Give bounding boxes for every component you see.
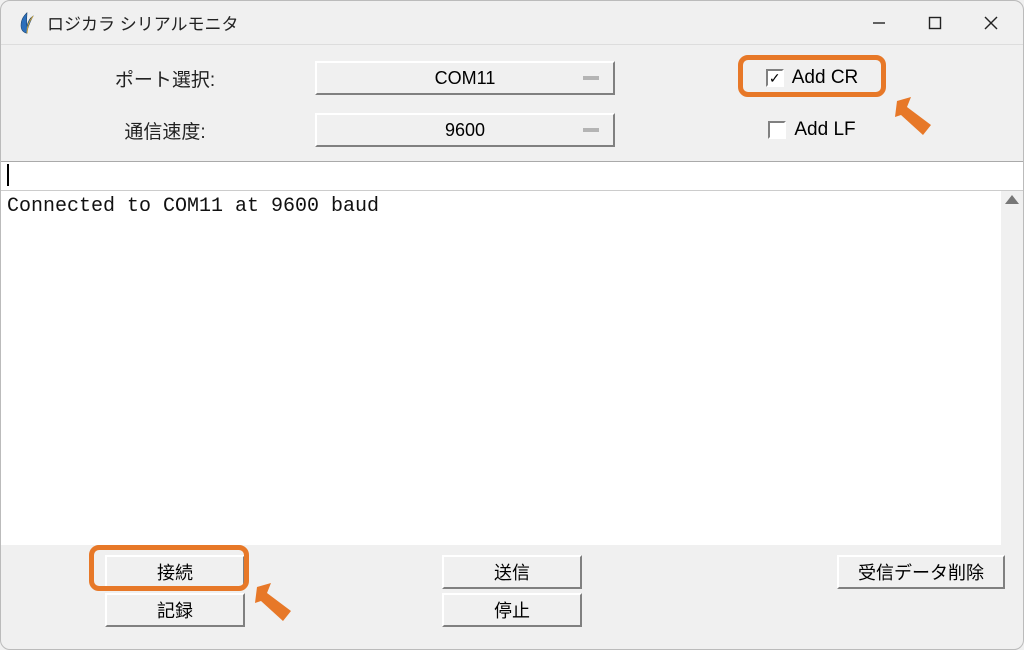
send-button[interactable]: 送信 [442,555,582,589]
baud-dropdown[interactable]: 9600 [315,113,615,147]
scrollbar[interactable] [1001,191,1023,545]
minimize-button[interactable] [851,3,907,43]
output-wrap: Connected to COM11 at 9600 baud [1,191,1023,545]
text-cursor-icon [7,164,9,186]
scroll-up-icon [1005,195,1019,204]
port-dropdown[interactable]: COM11 [315,61,615,95]
clear-rx-button[interactable]: 受信データ削除 [837,555,1005,589]
port-value: COM11 [435,68,496,89]
maximize-button[interactable] [907,3,963,43]
titlebar: ロジカラ シリアルモニタ [1,1,1023,45]
button-bar: 接続 送信 受信データ削除 記録 停止 [1,545,1023,649]
add-lf-label: Add LF [794,119,855,141]
close-button[interactable] [963,3,1019,43]
baud-row: 通信速度: 9600 Add LF [15,113,1009,147]
add-lf-checkbox[interactable]: Add LF [768,119,855,141]
window-title: ロジカラ シリアルモニタ [47,10,851,35]
checkbox-unchecked-icon [768,121,786,139]
add-cr-label: Add CR [792,67,859,89]
config-panel: ポート選択: COM11 ✓ Add CR 通信速度: 9600 [1,45,1023,161]
checkbox-checked-icon: ✓ [766,69,784,87]
connect-button[interactable]: 接続 [105,555,245,589]
dropdown-handle-icon [583,76,599,80]
add-cr-checkbox[interactable]: ✓ Add CR [766,67,859,89]
stop-button[interactable]: 停止 [442,593,582,627]
tk-feather-icon [17,11,37,35]
receive-output[interactable]: Connected to COM11 at 9600 baud [1,191,1001,545]
send-input[interactable] [1,161,1023,191]
app-window: ロジカラ シリアルモニタ ポート選択: COM11 ✓ Add [0,0,1024,650]
baud-value: 9600 [445,120,485,141]
window-controls [851,3,1019,43]
port-row: ポート選択: COM11 ✓ Add CR [15,61,1009,95]
dropdown-handle-icon [583,128,599,132]
baud-label: 通信速度: [15,117,315,144]
port-label: ポート選択: [15,65,315,92]
record-button[interactable]: 記録 [105,593,245,627]
